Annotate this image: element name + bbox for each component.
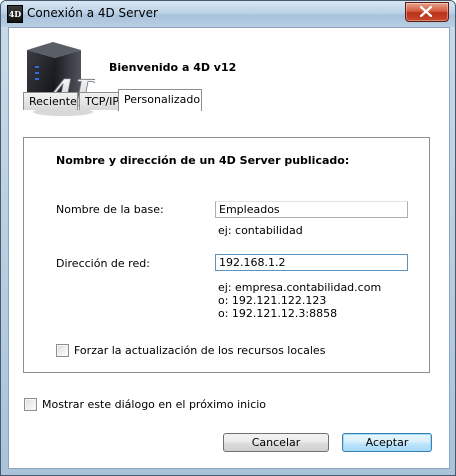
app-icon: 4D <box>7 5 23 23</box>
db-name-input[interactable] <box>215 201 408 218</box>
title-bar[interactable]: 4D Conexión a 4D Server <box>1 1 455 27</box>
tab-reciente[interactable]: Reciente <box>23 92 78 110</box>
show-dialog-checkbox[interactable]: Mostrar este diálogo en el próximo inici… <box>24 398 266 411</box>
window-title: Conexión a 4D Server <box>27 6 158 20</box>
show-dialog-box[interactable] <box>24 398 37 411</box>
welcome-text: Bienvenido a 4D v12 <box>109 61 237 74</box>
close-button[interactable] <box>405 2 449 22</box>
force-update-label: Forzar la actualización de los recursos … <box>74 344 326 357</box>
address-input[interactable] <box>215 254 408 271</box>
address-hint-3: o: 192.121.12.3:8858 <box>218 307 338 320</box>
db-name-label: Nombre de la base: <box>56 203 164 216</box>
tab-personalizado[interactable]: Personalizado <box>118 89 202 111</box>
force-update-box[interactable] <box>56 344 69 357</box>
accept-button[interactable]: Aceptar <box>342 433 432 452</box>
db-name-hint: ej: contabilidad <box>218 224 303 237</box>
address-label: Dirección de red: <box>56 257 150 270</box>
force-update-checkbox[interactable]: Forzar la actualización de los recursos … <box>56 344 325 357</box>
panel-heading: Nombre y dirección de un 4D Server publi… <box>56 154 350 167</box>
address-hint-2: o: 192.121.122.123 <box>218 294 327 307</box>
show-dialog-label: Mostrar este diálogo en el próximo inici… <box>42 398 267 411</box>
close-icon <box>420 6 432 17</box>
cancel-button[interactable]: Cancelar <box>223 433 329 452</box>
address-hint-1: ej: empresa.contabilidad.com <box>218 281 382 294</box>
dialog-window: 4D Conexión a 4D Server Bienvenido a 4D … <box>0 0 456 476</box>
tab-tcp-ip[interactable]: TCP/IP <box>79 92 119 110</box>
